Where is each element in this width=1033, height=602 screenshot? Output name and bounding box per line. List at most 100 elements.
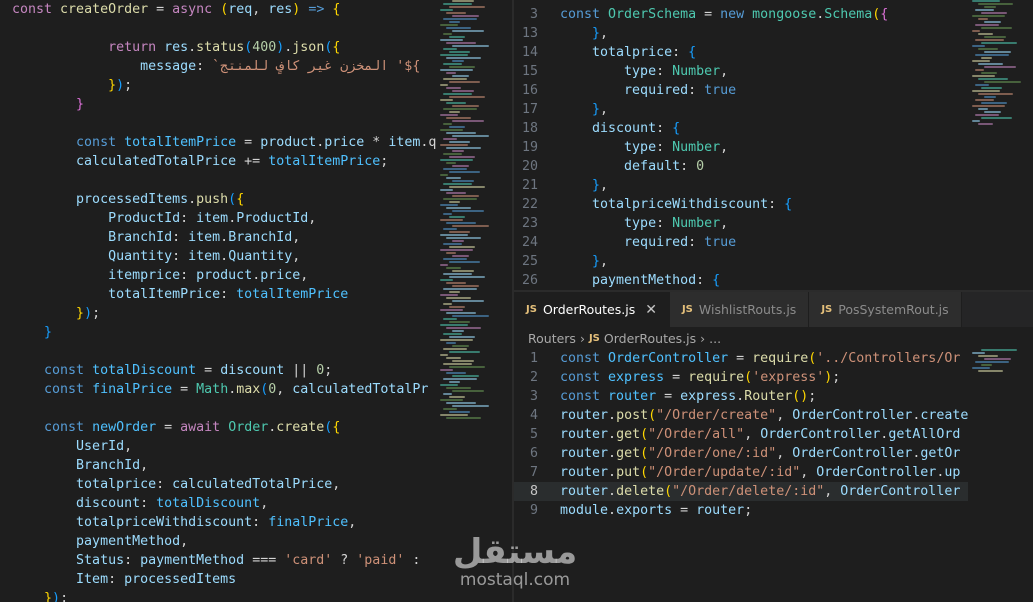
code-line[interactable]: const totalDiscount = discount || 0; bbox=[12, 361, 436, 380]
code-line[interactable]: totalprice: calculatedTotalPrice, bbox=[12, 475, 436, 494]
routes-minimap[interactable] bbox=[968, 349, 1028, 602]
code-line[interactable]: 20 default: 0 bbox=[514, 157, 888, 176]
line-text: discount: totalDiscount, bbox=[12, 494, 268, 513]
code-line[interactable]: Quantity: item.Quantity, bbox=[12, 247, 436, 266]
line-number[interactable]: 26 bbox=[514, 271, 560, 290]
code-line[interactable] bbox=[12, 171, 436, 190]
code-line[interactable]: UserId, bbox=[12, 437, 436, 456]
code-line[interactable]: BranchId: item.BranchId, bbox=[12, 228, 436, 247]
code-line[interactable] bbox=[12, 399, 436, 418]
code-line[interactable]: 13 }, bbox=[514, 24, 888, 43]
code-line[interactable]: 26 paymentMethod: { bbox=[514, 271, 888, 290]
line-number[interactable]: 8 bbox=[514, 482, 560, 501]
line-number[interactable]: 16 bbox=[514, 81, 560, 100]
code-line[interactable]: } bbox=[12, 323, 436, 342]
line-number[interactable]: 21 bbox=[514, 176, 560, 195]
code-line[interactable]: 24 required: true bbox=[514, 233, 888, 252]
code-line[interactable]: 6 router.get("/Order/one/:id", OrderContr… bbox=[514, 444, 968, 463]
code-line[interactable]: }); bbox=[12, 76, 436, 95]
left-code-area[interactable]: const createOrder = async (req, res) => … bbox=[12, 0, 436, 602]
schema-minimap[interactable] bbox=[968, 0, 1028, 290]
line-number[interactable]: 13 bbox=[514, 24, 560, 43]
breadcrumb-symbols[interactable]: ... bbox=[709, 331, 721, 346]
code-line[interactable]: const newOrder = await Order.create({ bbox=[12, 418, 436, 437]
breadcrumb[interactable]: Routers › JS OrderRoutes.js › ... bbox=[514, 327, 1033, 349]
code-line[interactable]: 3 const OrderSchema = new mongoose.Schema… bbox=[514, 5, 888, 24]
line-number[interactable]: 1 bbox=[514, 349, 560, 368]
code-line[interactable]: 7 router.put("/Order/update/:id", OrderCo… bbox=[514, 463, 968, 482]
line-number[interactable]: 19 bbox=[514, 138, 560, 157]
left-minimap[interactable] bbox=[436, 0, 496, 602]
left-editor-pane[interactable]: const createOrder = async (req, res) => … bbox=[0, 0, 512, 602]
code-line[interactable]: 22 totalpriceWithdiscount: { bbox=[514, 195, 888, 214]
code-line[interactable]: 19 type: Number, bbox=[514, 138, 888, 157]
routes-code-area[interactable]: 1 const OrderController = require('../Con… bbox=[514, 349, 969, 520]
code-line[interactable]: Item: processedItems bbox=[12, 570, 436, 589]
code-line[interactable]: 16 required: true bbox=[514, 81, 888, 100]
code-line[interactable]: 2 const express = require('express'); bbox=[514, 368, 968, 387]
line-number[interactable]: 7 bbox=[514, 463, 560, 482]
code-line[interactable]: } bbox=[12, 95, 436, 114]
schema-code-area[interactable]: 3 const OrderSchema = new mongoose.Schema… bbox=[514, 5, 888, 290]
schema-editor-pane[interactable]: 3 const OrderSchema = new mongoose.Schema… bbox=[514, 0, 1033, 290]
minimap-line bbox=[984, 358, 1011, 360]
line-number[interactable]: 3 bbox=[514, 5, 560, 24]
tab-possystemrout-js[interactable]: JS PosSystemRout.js bbox=[809, 292, 962, 327]
code-line[interactable]: 1 const OrderController = require('../Con… bbox=[514, 349, 968, 368]
code-line[interactable]: const createOrder = async (req, res) => … bbox=[12, 0, 436, 19]
line-number[interactable]: 24 bbox=[514, 233, 560, 252]
code-token: .q bbox=[420, 135, 437, 150]
line-number[interactable]: 25 bbox=[514, 252, 560, 271]
code-line[interactable]: 5 router.get("/Order/all", OrderControlle… bbox=[514, 425, 968, 444]
tab-orderroutes-js[interactable]: JS OrderRoutes.js ✕ bbox=[514, 292, 670, 327]
code-line[interactable]: 25 }, bbox=[514, 252, 888, 271]
code-line[interactable]: processedItems.push({ bbox=[12, 190, 436, 209]
code-line[interactable]: discount: totalDiscount, bbox=[12, 494, 436, 513]
code-line[interactable]: 21 }, bbox=[514, 176, 888, 195]
code-line[interactable] bbox=[12, 19, 436, 38]
code-line[interactable]: itemprice: product.price, bbox=[12, 266, 436, 285]
code-line[interactable]: 17 }, bbox=[514, 100, 888, 119]
line-number[interactable]: 17 bbox=[514, 100, 560, 119]
code-line[interactable] bbox=[12, 114, 436, 133]
line-number[interactable]: 18 bbox=[514, 119, 560, 138]
line-number[interactable]: 3 bbox=[514, 387, 560, 406]
line-number[interactable]: 15 bbox=[514, 62, 560, 81]
code-line[interactable]: 14 totalprice: { bbox=[514, 43, 888, 62]
code-line[interactable]: const finalPrice = Math.max(0, calculate… bbox=[12, 380, 436, 399]
code-line[interactable]: 3 const router = express.Router(); bbox=[514, 387, 968, 406]
code-line[interactable]: return res.status(400).json({ bbox=[12, 38, 436, 57]
close-icon[interactable]: ✕ bbox=[645, 302, 657, 318]
line-number[interactable]: 4 bbox=[514, 406, 560, 425]
code-line[interactable]: calculatedTotalPrice += totalItemPrice; bbox=[12, 152, 436, 171]
code-line[interactable]: BranchId, bbox=[12, 456, 436, 475]
code-line[interactable]: 18 discount: { bbox=[514, 119, 888, 138]
code-line[interactable]: paymentMethod, bbox=[12, 532, 436, 551]
line-number[interactable]: 5 bbox=[514, 425, 560, 444]
tab-wishlistrouts-js[interactable]: JS WishlistRouts.js bbox=[669, 292, 810, 327]
code-line[interactable]: 15 type: Number, bbox=[514, 62, 888, 81]
code-line[interactable]: totalpriceWithdiscount: finalPrice, bbox=[12, 513, 436, 532]
line-number[interactable]: 23 bbox=[514, 214, 560, 233]
code-line[interactable] bbox=[12, 342, 436, 361]
code-line[interactable]: totalItemPrice: totalItemPrice bbox=[12, 285, 436, 304]
code-line[interactable]: 8 router.delete("/Order/delete/:id", Orde… bbox=[514, 482, 969, 501]
line-number[interactable]: 20 bbox=[514, 157, 560, 176]
code-line[interactable]: message: `المخزن غير كافٍ للمنتج '${ bbox=[12, 57, 436, 76]
code-line[interactable]: }); bbox=[12, 589, 436, 602]
routes-editor-pane[interactable]: JS OrderRoutes.js ✕ JS WishlistRouts.js JS Pos… bbox=[514, 292, 1033, 602]
line-number[interactable]: 2 bbox=[514, 368, 560, 387]
code-line[interactable]: ProductId: item.ProductId, bbox=[12, 209, 436, 228]
code-line[interactable]: const totalItemPrice = product.price * i… bbox=[12, 133, 436, 152]
breadcrumb-file[interactable]: OrderRoutes.js bbox=[604, 331, 696, 346]
line-number[interactable]: 14 bbox=[514, 43, 560, 62]
code-line[interactable]: 4 router.post("/Order/create", OrderContr… bbox=[514, 406, 968, 425]
line-number[interactable]: 9 bbox=[514, 501, 560, 520]
line-number[interactable]: 6 bbox=[514, 444, 560, 463]
code-line[interactable]: 23 type: Number, bbox=[514, 214, 888, 233]
code-line[interactable]: Status: paymentMethod === 'card' ? 'paid… bbox=[12, 551, 436, 570]
breadcrumb-folder[interactable]: Routers bbox=[528, 331, 576, 346]
code-line[interactable]: }); bbox=[12, 304, 436, 323]
line-number[interactable]: 22 bbox=[514, 195, 560, 214]
code-line[interactable]: 9 module.exports = router; bbox=[514, 501, 968, 520]
